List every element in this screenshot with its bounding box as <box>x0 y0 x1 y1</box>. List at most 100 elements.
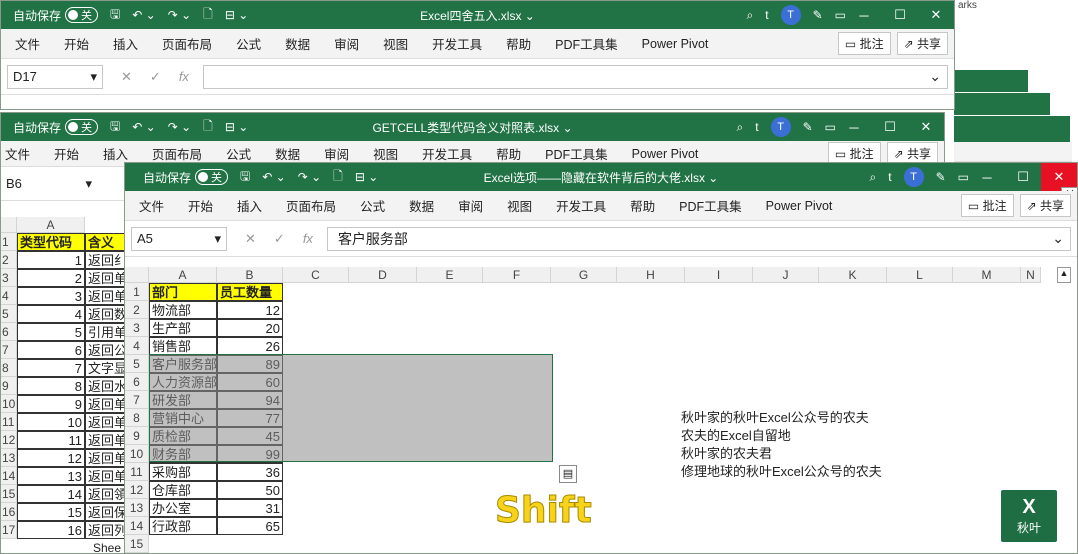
column-header[interactable]: M <box>953 267 1021 283</box>
header-type-code[interactable]: 类型代码 <box>17 233 85 251</box>
row-header[interactable]: 13 <box>125 499 149 517</box>
table-cell[interactable]: 14 <box>17 485 85 503</box>
cancel-icon[interactable]: ✕ <box>121 69 132 85</box>
tab-help[interactable]: 帮助 <box>496 144 521 163</box>
tab-page-layout[interactable]: 页面布局 <box>152 144 202 163</box>
tab-power-pivot[interactable]: Power Pivot <box>766 199 833 213</box>
table-cell[interactable]: 返回单 <box>85 449 125 467</box>
formula-input[interactable]: ⌄ <box>202 64 948 89</box>
column-header[interactable]: F <box>483 267 551 283</box>
table-cell[interactable]: 12 <box>217 301 283 319</box>
row-header[interactable]: 5 <box>125 355 149 373</box>
table-cell[interactable]: 引用单 <box>85 323 125 341</box>
row-header[interactable]: 3 <box>1 269 17 287</box>
table-cell[interactable]: 3 <box>17 287 85 305</box>
quick-analysis-icon[interactable]: ▤ <box>559 465 577 483</box>
table-cell[interactable]: 20 <box>217 319 283 337</box>
minimize-icon[interactable]: ─ <box>969 170 1005 185</box>
row-header[interactable]: 12 <box>125 481 149 499</box>
tab-file[interactable]: 文件 <box>5 144 30 163</box>
table-cell[interactable]: 返回纟 <box>85 251 125 269</box>
tab-view[interactable]: 视图 <box>383 34 408 53</box>
ribbon-display-icon[interactable]: ▭ <box>835 8 846 22</box>
autosave-toggle[interactable]: 关 <box>65 119 99 135</box>
table-cell[interactable]: 仓库部 <box>149 481 217 499</box>
avatar[interactable]: T <box>903 167 924 187</box>
table-cell[interactable]: 7 <box>17 359 85 377</box>
select-all-corner[interactable] <box>1 217 17 233</box>
table-cell[interactable]: 返回单 <box>85 269 125 287</box>
row-header[interactable]: 17 <box>1 521 17 539</box>
autosave-toggle[interactable]: 关 <box>195 169 229 185</box>
row-header[interactable]: 1 <box>1 233 17 251</box>
pen-icon[interactable]: ✎ <box>936 170 946 184</box>
undo-icon[interactable]: ↶ ⌄ <box>132 8 155 22</box>
table-cell[interactable]: 26 <box>217 337 283 355</box>
table-cell[interactable]: 返回单 <box>85 467 125 485</box>
tab-formulas[interactable]: 公式 <box>360 196 385 215</box>
row-header[interactable]: 1 <box>125 283 149 301</box>
close-icon[interactable]: ✕ <box>908 119 944 135</box>
table-cell[interactable]: 10 <box>17 413 85 431</box>
name-box[interactable]: B6 ▾ <box>1 172 97 196</box>
row-header[interactable]: 4 <box>1 287 17 305</box>
undo-icon[interactable]: ↶ ⌄ <box>132 120 155 134</box>
column-header[interactable]: D <box>349 267 417 283</box>
column-header[interactable]: B <box>217 267 283 283</box>
table-cell[interactable]: 50 <box>217 481 283 499</box>
comments-button[interactable]: ▭ 批注 <box>960 194 1014 217</box>
scroll-up-icon[interactable]: ▲ <box>1057 267 1071 283</box>
table-cell[interactable]: 行政部 <box>149 517 217 535</box>
search-icon[interactable]: ⌕ <box>737 120 744 135</box>
note-text[interactable]: 修理地球的秋叶Excel公众号的农夫 <box>681 463 882 481</box>
tab-power-pivot[interactable]: Power Pivot <box>632 147 699 161</box>
table-cell[interactable]: 8 <box>17 377 85 395</box>
table-cell[interactable]: 65 <box>217 517 283 535</box>
tab-review[interactable]: 审阅 <box>458 196 483 215</box>
table-cell[interactable]: 办公室 <box>149 499 217 517</box>
row-header[interactable]: 10 <box>125 445 149 463</box>
function-icon[interactable]: fx <box>179 69 189 85</box>
column-header[interactable]: C <box>283 267 349 283</box>
column-header[interactable]: A <box>149 267 217 283</box>
table-cell[interactable]: 销售部 <box>149 337 217 355</box>
table-cell[interactable]: 13 <box>17 467 85 485</box>
ribbon-display-icon[interactable]: ▭ <box>958 170 969 184</box>
tab-insert[interactable]: 插入 <box>103 144 128 163</box>
maximize-icon[interactable]: ☐ <box>872 119 908 135</box>
minimize-icon[interactable]: ─ <box>846 8 882 23</box>
maximize-icon[interactable]: ☐ <box>1005 169 1041 185</box>
row-header[interactable]: 11 <box>125 463 149 481</box>
pen-icon[interactable]: ✎ <box>803 120 813 134</box>
tab-page-layout[interactable]: 页面布局 <box>162 34 212 53</box>
table-cell[interactable]: 返回水 <box>85 377 125 395</box>
table-cell[interactable]: 31 <box>217 499 283 517</box>
new-file-icon[interactable]: 🗋 <box>333 167 343 188</box>
search-icon[interactable]: ⌕ <box>747 8 754 23</box>
title-bar[interactable]: 自动保存 关 🖫 ↶ ⌄ ↷ ⌄ 🗋 ⊟ ⌄ GETCELL类型代码含义对照表.… <box>1 113 944 141</box>
quick-access-icon[interactable]: ⊟ ⌄ <box>225 8 248 22</box>
table-cell[interactable]: 6 <box>17 341 85 359</box>
row-header[interactable]: 8 <box>1 359 17 377</box>
column-header[interactable]: E <box>417 267 483 283</box>
table-cell[interactable]: 返回数 <box>85 305 125 323</box>
table-cell[interactable]: 返回单 <box>85 431 125 449</box>
tab-home[interactable]: 开始 <box>64 34 89 53</box>
tab-view[interactable]: 视图 <box>507 196 532 215</box>
note-text[interactable]: 秋叶家的农夫君 <box>681 445 772 463</box>
excel-window-3[interactable]: 自动保存 关 🖫 ↶ ⌄ ↷ ⌄ 🗋 ⊟ ⌄ Excel选项——隐藏在软件背后的… <box>124 162 1078 554</box>
tab-view[interactable]: 视图 <box>373 144 398 163</box>
column-header[interactable]: L <box>887 267 953 283</box>
function-icon[interactable]: fx <box>303 231 313 247</box>
avatar[interactable]: T <box>780 5 801 25</box>
row-header[interactable]: 14 <box>125 517 149 535</box>
table-cell[interactable]: 文字显 <box>85 359 125 377</box>
row-header[interactable]: 16 <box>1 503 17 521</box>
avatar[interactable]: T <box>770 117 791 137</box>
tab-help[interactable]: 帮助 <box>630 196 655 215</box>
row-header[interactable]: 14 <box>1 467 17 485</box>
tab-developer[interactable]: 开发工具 <box>556 196 606 215</box>
table-cell[interactable]: 返回保 <box>85 503 125 521</box>
tab-insert[interactable]: 插入 <box>237 196 262 215</box>
name-box[interactable]: A5 ▾ <box>131 226 227 251</box>
